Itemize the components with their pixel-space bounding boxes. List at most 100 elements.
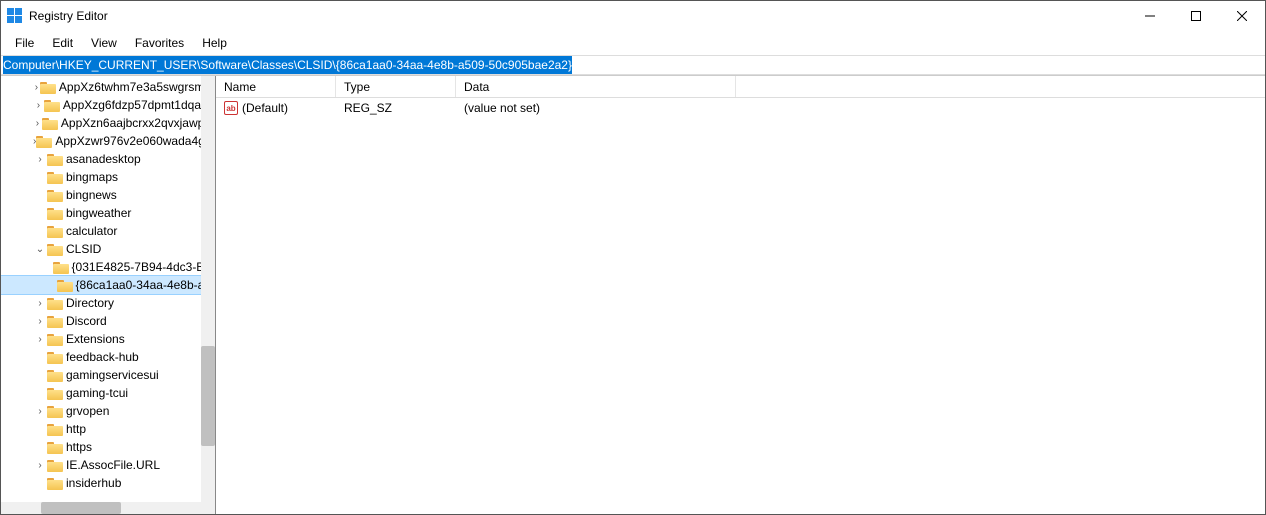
menu-help[interactable]: Help bbox=[194, 34, 235, 52]
tree-item-label: {86ca1aa0-34aa-4e8b-a5 bbox=[76, 278, 211, 292]
tree[interactable]: › AppXz6twhm7e3a5swgrsma › AppXzg6fdzp57dpm… bbox=[1, 76, 215, 494]
tree-item-label: https bbox=[66, 440, 92, 454]
close-button[interactable] bbox=[1219, 1, 1265, 31]
chevron-right-icon[interactable]: › bbox=[33, 118, 42, 129]
tree-item[interactable]: ⌄ CLSID bbox=[1, 240, 215, 258]
content: › AppXz6twhm7e3a5swgrsma › AppXzg6fdzp57dpm… bbox=[1, 75, 1265, 514]
chevron-right-icon[interactable]: › bbox=[33, 298, 47, 309]
vertical-scrollbar[interactable] bbox=[201, 76, 215, 514]
tree-item[interactable]: feedback-hub bbox=[1, 348, 215, 366]
folder-icon bbox=[47, 387, 63, 400]
tree-item[interactable]: bingnews bbox=[1, 186, 215, 204]
folder-icon bbox=[44, 99, 60, 112]
maximize-button[interactable] bbox=[1173, 1, 1219, 31]
tree-item[interactable]: http bbox=[1, 420, 215, 438]
tree-item[interactable]: › Discord bbox=[1, 312, 215, 330]
tree-item[interactable]: {031E4825-7B94-4dc3-B1 bbox=[1, 258, 215, 276]
tree-item-label: gamingservicesui bbox=[66, 368, 159, 382]
tree-item-label: http bbox=[66, 422, 86, 436]
chevron-right-icon[interactable]: › bbox=[33, 100, 44, 111]
tree-item[interactable]: insiderhub bbox=[1, 474, 215, 492]
tree-item[interactable]: ›Extensions bbox=[1, 330, 215, 348]
value-name: (Default) bbox=[242, 101, 288, 115]
tree-item-label: AppXzn6aajbcrxx2qvxjawp7 bbox=[61, 116, 211, 130]
window-title: Registry Editor bbox=[29, 9, 1127, 23]
folder-icon bbox=[47, 477, 63, 490]
menu-file[interactable]: File bbox=[7, 34, 42, 52]
registry-path[interactable]: Computer\HKEY_CURRENT_USER\Software\Clas… bbox=[3, 56, 572, 74]
tree-item[interactable]: › AppXzg6fdzp57dpmt1dqarc bbox=[1, 96, 215, 114]
list-body[interactable]: ab(Default)REG_SZ(value not set) bbox=[216, 98, 1265, 514]
folder-icon bbox=[47, 459, 63, 472]
tree-item-label: Directory bbox=[66, 296, 114, 310]
column-name[interactable]: Name bbox=[216, 76, 336, 97]
chevron-right-icon[interactable]: › bbox=[33, 460, 47, 471]
tree-item[interactable]: ›asanadesktop bbox=[1, 150, 215, 168]
chevron-right-icon[interactable]: › bbox=[33, 82, 40, 93]
folder-icon bbox=[36, 135, 52, 148]
folder-icon bbox=[47, 315, 63, 328]
folder-icon bbox=[47, 207, 63, 220]
chevron-right-icon[interactable]: › bbox=[33, 154, 47, 165]
tree-item[interactable]: gaming-tcui bbox=[1, 384, 215, 402]
tree-item-label: bingmaps bbox=[66, 170, 118, 184]
folder-icon bbox=[40, 81, 56, 94]
folder-icon bbox=[47, 297, 63, 310]
titlebar: Registry Editor bbox=[1, 1, 1265, 31]
tree-item-label: IE.AssocFile.URL bbox=[66, 458, 160, 472]
folder-icon bbox=[47, 351, 63, 364]
tree-item[interactable]: › AppXzn6aajbcrxx2qvxjawp7 bbox=[1, 114, 215, 132]
folder-icon bbox=[47, 333, 63, 346]
tree-item-label: bingnews bbox=[66, 188, 117, 202]
folder-icon bbox=[47, 243, 63, 256]
menu-favorites[interactable]: Favorites bbox=[127, 34, 192, 52]
addressbar[interactable]: Computer\HKEY_CURRENT_USER\Software\Clas… bbox=[1, 55, 1265, 75]
folder-icon bbox=[47, 405, 63, 418]
tree-item-label: calculator bbox=[66, 224, 117, 238]
tree-item-label: CLSID bbox=[66, 242, 101, 256]
tree-item[interactable]: gamingservicesui bbox=[1, 366, 215, 384]
horizontal-scrollbar[interactable] bbox=[1, 502, 201, 514]
chevron-right-icon[interactable]: › bbox=[33, 406, 47, 417]
folder-icon bbox=[42, 117, 58, 130]
folder-icon bbox=[47, 153, 63, 166]
folder-icon bbox=[47, 225, 63, 238]
tree-pane: › AppXz6twhm7e3a5swgrsma › AppXzg6fdzp57dpm… bbox=[1, 76, 216, 514]
tree-item[interactable]: https bbox=[1, 438, 215, 456]
tree-item[interactable]: ›AppXzwr976v2e060wada4ga bbox=[1, 132, 215, 150]
folder-icon bbox=[47, 189, 63, 202]
folder-icon bbox=[47, 423, 63, 436]
tree-item-label: AppXz6twhm7e3a5swgrsma bbox=[59, 80, 211, 94]
tree-item-label: insiderhub bbox=[66, 476, 121, 490]
tree-item[interactable]: calculator bbox=[1, 222, 215, 240]
scrollbar-thumb[interactable] bbox=[201, 346, 215, 446]
column-type[interactable]: Type bbox=[336, 76, 456, 97]
tree-item-label: AppXzg6fdzp57dpmt1dqarc bbox=[63, 98, 211, 112]
minimize-button[interactable] bbox=[1127, 1, 1173, 31]
tree-item[interactable]: › IE.AssocFile.URL bbox=[1, 456, 215, 474]
list-row[interactable]: ab(Default)REG_SZ(value not set) bbox=[216, 98, 1265, 118]
folder-icon bbox=[47, 171, 63, 184]
tree-item[interactable]: bingmaps bbox=[1, 168, 215, 186]
scrollbar-thumb[interactable] bbox=[41, 502, 121, 514]
folder-icon bbox=[47, 441, 63, 454]
app-icon bbox=[7, 8, 23, 24]
value-type: REG_SZ bbox=[336, 101, 456, 115]
tree-item[interactable]: bingweather bbox=[1, 204, 215, 222]
chevron-right-icon[interactable]: › bbox=[33, 316, 47, 327]
menu-view[interactable]: View bbox=[83, 34, 125, 52]
column-data[interactable]: Data bbox=[456, 76, 736, 97]
tree-item-label: bingweather bbox=[66, 206, 131, 220]
tree-item-label: Discord bbox=[66, 314, 107, 328]
tree-item[interactable]: › Directory bbox=[1, 294, 215, 312]
chevron-right-icon[interactable]: › bbox=[33, 334, 47, 345]
tree-item-label: grvopen bbox=[66, 404, 109, 418]
tree-item[interactable]: › grvopen bbox=[1, 402, 215, 420]
tree-item[interactable]: {86ca1aa0-34aa-4e8b-a5 bbox=[1, 276, 215, 294]
value-data: (value not set) bbox=[456, 101, 736, 115]
chevron-down-icon[interactable]: ⌄ bbox=[33, 244, 47, 255]
folder-icon bbox=[57, 279, 73, 292]
menu-edit[interactable]: Edit bbox=[44, 34, 81, 52]
tree-item-label: feedback-hub bbox=[66, 350, 139, 364]
tree-item[interactable]: › AppXz6twhm7e3a5swgrsma bbox=[1, 78, 215, 96]
